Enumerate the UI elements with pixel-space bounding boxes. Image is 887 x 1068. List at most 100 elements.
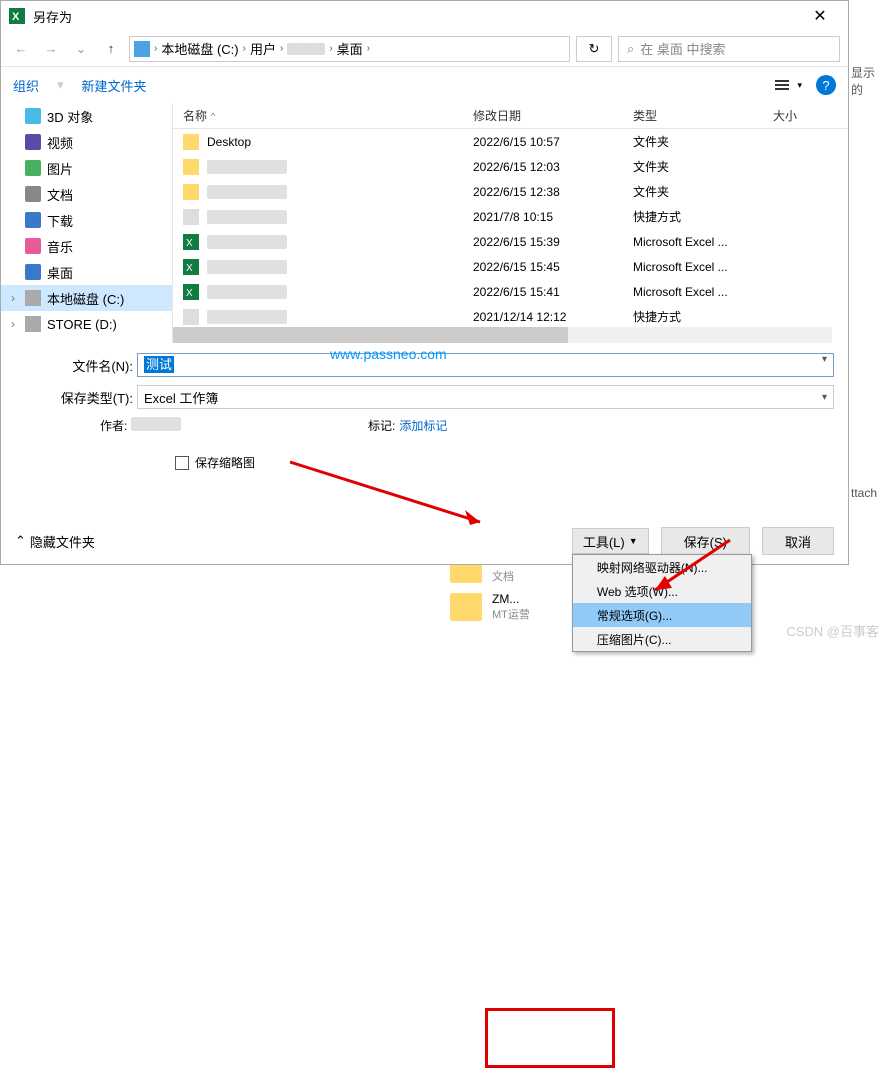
sidebar-item[interactable]: 视频: [1, 129, 172, 155]
toolbar: 组织 ▾ 新建文件夹 ▾ ?: [1, 67, 848, 103]
desktop-icon: [25, 264, 41, 280]
menu-item[interactable]: 压缩图片(C)...: [573, 627, 751, 651]
folder-icon: [450, 593, 482, 621]
help-button[interactable]: ?: [816, 75, 836, 95]
horizontal-scrollbar[interactable]: [173, 327, 832, 343]
file-type: Microsoft Excel ...: [633, 285, 773, 299]
file-row[interactable]: 2022/6/15 12:38文件夹: [173, 179, 848, 204]
disk-icon: [25, 290, 41, 306]
up-button[interactable]: ↑: [99, 37, 123, 61]
thumbnail-label: 保存缩略图: [195, 454, 255, 471]
tools-dropdown-button[interactable]: 工具(L)▼: [572, 528, 649, 554]
search-input[interactable]: ⌕ 在 桌面 中搜索: [618, 36, 840, 62]
file-row[interactable]: X 2022/6/15 15:39Microsoft Excel ...: [173, 229, 848, 254]
folder-icon: [183, 184, 199, 200]
organize-button[interactable]: 组织: [13, 76, 39, 95]
file-type: 快捷方式: [633, 308, 773, 325]
dialog-title: 另存为: [33, 7, 800, 26]
file-date: 2022/6/15 12:03: [473, 160, 633, 174]
bg-folder-sub: MT运营: [492, 606, 530, 622]
addressbar: ← → ⌄ ↑ ›本地磁盘 (C:) ›用户 ›xxxx ›桌面 › ↻ ⌕ 在…: [1, 31, 848, 67]
new-folder-button[interactable]: 新建文件夹: [82, 76, 147, 95]
close-button[interactable]: ✕: [800, 1, 840, 31]
sidebar-item-label: 下载: [47, 211, 73, 230]
file-row[interactable]: Desktop2022/6/15 10:57文件夹: [173, 129, 848, 154]
sidebar-tree[interactable]: 3D 对象视频图片文档下载音乐桌面本地磁盘 (C:) STORE (D:): [1, 103, 173, 343]
file-row[interactable]: 2022/6/15 12:03文件夹: [173, 154, 848, 179]
filename-label: 文件名(N):: [15, 356, 137, 375]
downloads-icon: [25, 212, 41, 228]
forward-button[interactable]: →: [39, 37, 63, 61]
author-value: [131, 417, 181, 431]
sidebar-item-label: 音乐: [47, 237, 73, 256]
menu-item[interactable]: 常规选项(G)...: [573, 603, 751, 627]
file-type: Microsoft Excel ...: [633, 260, 773, 274]
bg-text: 显示的: [849, 60, 887, 102]
sidebar-item-label: 视频: [47, 133, 73, 152]
sidebar-item-label: 3D 对象: [47, 107, 93, 126]
shortcut-icon: [183, 209, 199, 225]
add-tags-link[interactable]: 添加标记: [399, 417, 447, 434]
csdn-watermark: CSDN @百事客: [786, 621, 879, 640]
filetype-label: 保存类型(T):: [15, 388, 137, 407]
file-name: [207, 210, 287, 224]
bg-folder-name: ZM...: [492, 592, 530, 606]
excel-icon: X: [183, 284, 199, 300]
watermark: www.passneo.com: [330, 346, 447, 362]
tags-label: 标记:: [368, 417, 395, 434]
breadcrumb[interactable]: ›本地磁盘 (C:) ›用户 ›xxxx ›桌面 ›: [129, 36, 570, 62]
sidebar-item[interactable]: 下载: [1, 207, 172, 233]
bg-folder-sub: 文档: [492, 568, 529, 584]
filetype-select[interactable]: Excel 工作簿: [137, 385, 834, 409]
filename-input[interactable]: 测试 ▾: [137, 353, 834, 377]
sidebar-item[interactable]: 图片: [1, 155, 172, 181]
svg-text:X: X: [186, 238, 193, 249]
sidebar-item[interactable]: STORE (D:): [1, 311, 172, 337]
file-type: 快捷方式: [633, 208, 773, 225]
cancel-button[interactable]: 取消: [762, 527, 834, 555]
thumbnail-checkbox[interactable]: [175, 456, 189, 470]
file-type: 文件夹: [633, 158, 773, 175]
file-row[interactable]: 2021/12/14 12:12快捷方式: [173, 304, 848, 329]
back-button[interactable]: ←: [9, 37, 33, 61]
sidebar-item-label: STORE (D:): [47, 317, 117, 332]
folder-icon: [183, 159, 199, 175]
view-options-button[interactable]: ▾: [775, 78, 802, 92]
sidebar-item[interactable]: 音乐: [1, 233, 172, 259]
file-date: 2021/7/8 10:15: [473, 210, 633, 224]
menu-item[interactable]: Web 选项(W)...: [573, 579, 751, 603]
file-type: 文件夹: [633, 183, 773, 200]
sidebar-item[interactable]: 文档: [1, 181, 172, 207]
tools-menu: 映射网络驱动器(N)...Web 选项(W)...常规选项(G)...压缩图片(…: [572, 554, 752, 652]
file-list[interactable]: 名称^ 修改日期 类型 大小 Desktop2022/6/15 10:57文件夹…: [173, 103, 848, 343]
refresh-button[interactable]: ↻: [576, 36, 612, 62]
save-button[interactable]: 保存(S): [661, 527, 750, 555]
author-label: 作者:: [100, 417, 127, 434]
save-as-dialog: X 另存为 ✕ ← → ⌄ ↑ ›本地磁盘 (C:) ›用户 ›xxxx ›桌面…: [0, 0, 849, 565]
annotation-highlight: [485, 1008, 615, 1068]
file-name: [207, 310, 287, 324]
file-row[interactable]: X 2022/6/15 15:41Microsoft Excel ...: [173, 279, 848, 304]
music-icon: [25, 238, 41, 254]
column-headers[interactable]: 名称^ 修改日期 类型 大小: [173, 103, 848, 129]
file-date: 2022/6/15 15:45: [473, 260, 633, 274]
file-type: Microsoft Excel ...: [633, 235, 773, 249]
menu-item[interactable]: 映射网络驱动器(N)...: [573, 555, 751, 579]
history-dropdown[interactable]: ⌄: [69, 37, 93, 61]
sidebar-item-label: 图片: [47, 159, 73, 178]
file-date: 2021/12/14 12:12: [473, 310, 633, 324]
file-type: 文件夹: [633, 133, 773, 150]
svg-text:X: X: [186, 263, 193, 274]
chevron-down-icon: ⌃: [15, 533, 26, 549]
file-name: [207, 185, 287, 199]
hide-folders-button[interactable]: ⌃ 隐藏文件夹: [15, 532, 95, 551]
disk-icon: [134, 41, 150, 57]
video-icon: [25, 134, 41, 150]
file-row[interactable]: 2021/7/8 10:15快捷方式: [173, 204, 848, 229]
sidebar-item[interactable]: 3D 对象: [1, 103, 172, 129]
sidebar-item[interactable]: 本地磁盘 (C:): [1, 285, 172, 311]
excel-icon: X: [9, 8, 25, 24]
file-row[interactable]: X 2022/6/15 15:45Microsoft Excel ...: [173, 254, 848, 279]
sidebar-item[interactable]: 桌面: [1, 259, 172, 285]
file-name: Desktop: [207, 135, 251, 149]
